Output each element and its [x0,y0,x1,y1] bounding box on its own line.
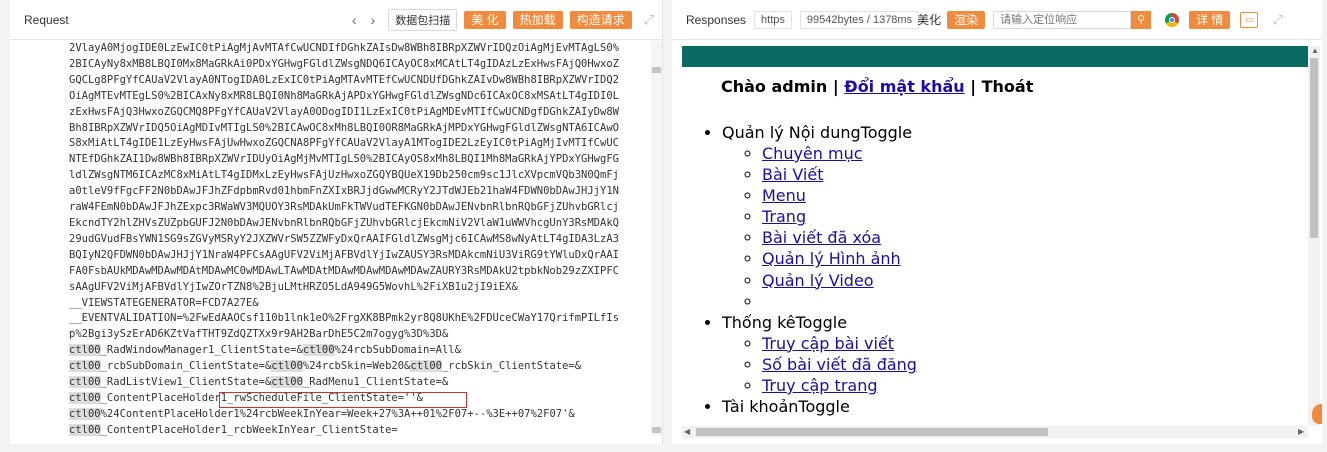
code-line: NTEfDGhkZAI1Dw8WBh8IBRpXZWVrIDUyOiAgMjMv… [69,153,619,166]
submenu-link[interactable]: Menu [762,186,806,205]
submenu-link[interactable]: Bài viết đã xóa [762,228,881,247]
code-line: Bh8IBRpXZWVrIDQ5OiAgMDIvMTIgLS0%2BICAwOC… [69,121,619,134]
mascot-icon[interactable] [1312,404,1322,424]
search-icon[interactable]: ⚲ [1131,10,1152,29]
submenu-item[interactable]: Truy cập trang [762,375,1308,396]
beautify-button[interactable]: 美 化 [464,10,506,29]
change-password-link[interactable]: Đổi mật khẩu [844,77,964,96]
request-panel: Request ‹ › 数据包扫描 美 化 热加载 构造请求 ⤢ 2VlayA0… [10,0,663,444]
request-title: Request [24,12,69,27]
code-line: zExHwsFAjQ3HwxoZGQCMQ8PFgYfCAUaV2VlayA0O… [69,105,619,118]
response-panel: Responses https 99542bytes / 1378ms 美化 渲… [672,0,1322,444]
submenu-link[interactable]: Quản lý Video [762,271,874,290]
submenu-item[interactable]: Menu [762,185,1308,206]
submenu-link[interactable]: Truy cập bài viết [762,334,894,353]
menu-section-label[interactable]: Tài khoảnToggle [722,397,850,416]
submenu-item[interactable]: Số bài viết đã đăng [762,354,1308,375]
rendered-preview: Chào admin | Đổi mật khẩu | Thoát Quản l… [682,46,1308,426]
code-line: __EVENTVALIDATION=%2FwEdAAOCsf110b1lnk1e… [69,312,619,325]
scroll-right-icon[interactable]: ▶ [1298,427,1304,436]
code-line: BQIyN2QFDWN0bDAwJHJjY1NraW4PFCsAAgUFV2Vi… [69,248,619,261]
greeting-text: Chào admin | [721,77,845,96]
submenu-link[interactable]: Chuyên mục [762,144,863,163]
expand-icon[interactable]: ⤢ [1272,12,1282,28]
scroll-marker [652,427,661,433]
response-toolbar: Responses https 99542bytes / 1378ms 美化 渲… [672,0,1322,40]
code-line: a0tleV9fFgcFF2N0bDAwJFJhZFdpbmRvd01hbmFn… [69,185,619,198]
scroll-left-icon[interactable]: ◀ [684,427,690,436]
code-line: FA0FsbAUkMDAwMDAwMDAtMDAwMC0wMDAwLTAwMDA… [69,264,619,277]
code-line: GQCLg8PFgYfCAUaV2VlayA0NTogIDA0LzExIC0tP… [69,73,619,86]
submenu: Chuyên mục Bài Viết Menu Trang Bài viết đã x… [722,143,1308,312]
prev-arrow-icon[interactable]: ‹ [352,12,357,28]
preview-horizontal-scrollbar[interactable]: ◀ ▶ [682,426,1308,438]
submenu-link[interactable]: Truy cập trang [762,376,878,395]
next-arrow-icon[interactable]: › [371,12,376,28]
preview-vertical-scrollbar[interactable]: ▲ [1308,46,1320,426]
code-line: raW4FEmN0bDAwJFJhZExpc3RWaWV3MQUOY3RsMDA… [69,201,619,214]
scroll-thumb[interactable] [696,428,1048,436]
code-line: ctl00%24ContentPlaceHolder1%24rcbWeekInY… [69,407,575,420]
menu-section-label[interactable]: Quản lý Nội dungToggle [722,123,912,142]
request-body-editor[interactable]: 2VlayA0MjogIDE0LzEwIC0tPiAgMjAvMTAfCwUCN… [10,41,650,436]
build-request-button[interactable]: 构造请求 [569,10,632,29]
request-toolbar: Request ‹ › 数据包扫描 美 化 热加载 构造请求 ⤢ [10,0,662,40]
submenu-link[interactable]: Trang [762,207,806,226]
code-line: ctl00_ContentPlaceHolder1_rcbWeekInYear_… [69,423,398,436]
submenu: Truy cập bài viết Số bài viết đã đăng Truy… [722,333,1308,396]
submenu-item[interactable] [762,291,1308,312]
submenu-item[interactable]: Truy cập bài viết [762,333,1308,354]
protocol-badge: https [754,10,792,29]
scan-button[interactable]: 数据包扫描 [388,8,458,31]
expand-icon[interactable]: ⤢ [644,12,654,28]
scroll-thumb[interactable] [1310,58,1318,238]
request-scrollbar[interactable] [651,41,662,436]
chrome-icon[interactable] [1165,12,1180,27]
scroll-marker [652,67,661,73]
code-line: p%2Bgi3ySzErAD6KZtVafTHT9ZdQZTXx9r9AH2Ba… [69,328,449,341]
submenu-link[interactable]: Số bài viết đã đăng [762,355,917,374]
code-line: S8xMiAtLT4gIDE1LzEyHwsFAjUwHwxoZGQCNA8PF… [69,137,619,150]
scroll-up-icon[interactable]: ▲ [1311,46,1319,55]
hot-load-button[interactable]: 热加载 [512,10,563,29]
message-icon[interactable]: ▭ [1240,11,1259,28]
menu-section[interactable]: Tài khoảnToggle [722,396,1308,417]
submenu-link[interactable]: Bài Viết [762,165,823,184]
size-info: 99542bytes / 1378ms [799,10,920,29]
code-line: ldlZWsgNTM6ICAzMC8xMiAtLT4gIDMxLzEyHwsFA… [69,169,619,182]
menu-section[interactable]: Quản lý Nội dungToggle Chuyên mục Bài Viết… [722,122,1308,312]
code-line: OiAgMTEvMTEgLS0%2BICAxNy8xMR8LBQI0Nh8MaG… [69,89,619,102]
admin-menu: Quản lý Nội dungToggle Chuyên mục Bài Viết… [682,122,1308,417]
code-line: sAAgUFV2ViMjAFBVdlYjIwZOrTZN8%2BjuLMtHRZ… [69,280,518,293]
code-line: EkcndTY2hlZHVsZUZpbGUFJ2N0bDAwJENvbnRlbn… [69,216,619,229]
header-bar [682,46,1308,67]
details-button[interactable]: 详 情 [1189,10,1231,29]
code-line: 2VlayA0MjogIDE0LzEwIC0tPiAgMjAvMTAfCwUCN… [69,42,619,54]
submenu-item[interactable]: Bài viết đã xóa [762,227,1308,248]
code-line: 2BICAyNy8xMB8LBQI0Mx8MaGRkAi0PDxYGHwgFGl… [69,57,619,70]
submenu-item[interactable]: Quản lý Hình ảnh [762,248,1308,269]
response-title: Responses [686,12,747,27]
submenu-item[interactable]: Quản lý Video [762,270,1308,291]
code-line: 29udGVudFBsYWN1SG9sZGVyMSRyY2JXZWVrSW5ZZ… [69,232,619,245]
greeting-line: Chào admin | Đổi mật khẩu | Thoát [721,77,1308,96]
render-button[interactable]: 渲染 [947,10,986,29]
code-line: ctl00_rcbSubDomain_ClientState=&ctl00%24… [69,360,582,373]
separator: | [964,77,982,96]
code-line: ctl00_RadWindowManager1_ClientState=&ctl… [69,344,461,357]
code-line: __VIEWSTATEGENERATOR=FCD7A27E& [69,296,259,309]
highlight-box [219,392,467,408]
submenu-item[interactable]: Chuyên mục [762,143,1308,164]
submenu-item[interactable]: Bài Viết [762,164,1308,185]
code-line: ctl00_RadListView1_ClientState=&ctl00_Ra… [69,376,449,389]
submenu-item[interactable]: Trang [762,206,1308,227]
search-input[interactable] [993,10,1132,29]
beautify-toggle[interactable]: 美化 [917,11,941,28]
menu-section-label[interactable]: Thống kêToggle [722,313,847,332]
submenu-link[interactable]: Quản lý Hình ảnh [762,249,901,268]
logout-link[interactable]: Thoát [982,77,1034,96]
menu-section[interactable]: Thống kêToggle Truy cập bài viết Số bài vi… [722,312,1308,396]
